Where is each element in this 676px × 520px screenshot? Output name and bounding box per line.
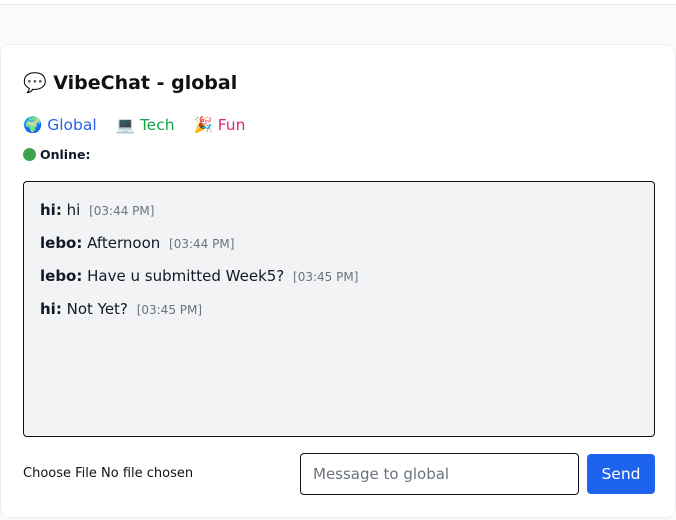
file-picker[interactable]: Choose File No file chosen xyxy=(23,465,193,483)
message-time: [03:45 PM] xyxy=(293,270,359,284)
message-user: hi: xyxy=(40,201,62,219)
online-status: Online: xyxy=(23,146,90,164)
message-text: Afternoon xyxy=(87,234,161,252)
message-text: hi xyxy=(66,201,81,219)
room-list: 🌍 Global 💻 Tech 🎉 Fun xyxy=(23,115,259,135)
message-item: lebo: Afternoon [03:44 PM] xyxy=(40,233,638,254)
message-time: [03:44 PM] xyxy=(169,237,235,251)
message-item: hi: Not Yet? [03:45 PM] xyxy=(40,299,638,320)
message-item: hi: hi [03:44 PM] xyxy=(40,200,638,221)
message-item: lebo: Have u submitted Week5? [03:45 PM] xyxy=(40,266,638,287)
page-title: 💬 VibeChat - global xyxy=(23,72,238,94)
message-time: [03:44 PM] xyxy=(89,204,155,218)
room-link-tech[interactable]: 💻 Tech xyxy=(116,116,175,134)
message-user: hi: xyxy=(40,300,62,318)
message-user: lebo: xyxy=(40,267,83,285)
file-status: No file chosen xyxy=(101,466,194,481)
send-button[interactable]: Send xyxy=(587,454,655,494)
message-input[interactable] xyxy=(300,453,579,495)
message-user: lebo: xyxy=(40,234,83,252)
message-list[interactable]: hi: hi [03:44 PM] lebo: Afternoon [03:44… xyxy=(23,181,655,437)
message-text: Have u submitted Week5? xyxy=(87,267,285,285)
message-text: Not Yet? xyxy=(66,300,128,318)
top-bar xyxy=(0,0,676,5)
online-label: Online: xyxy=(40,147,91,162)
room-link-global[interactable]: 🌍 Global xyxy=(23,116,97,134)
green-circle-icon xyxy=(23,148,36,161)
choose-file-button[interactable]: Choose File xyxy=(23,466,97,481)
message-time: [03:45 PM] xyxy=(136,303,203,317)
room-link-fun[interactable]: 🎉 Fun xyxy=(194,116,246,134)
